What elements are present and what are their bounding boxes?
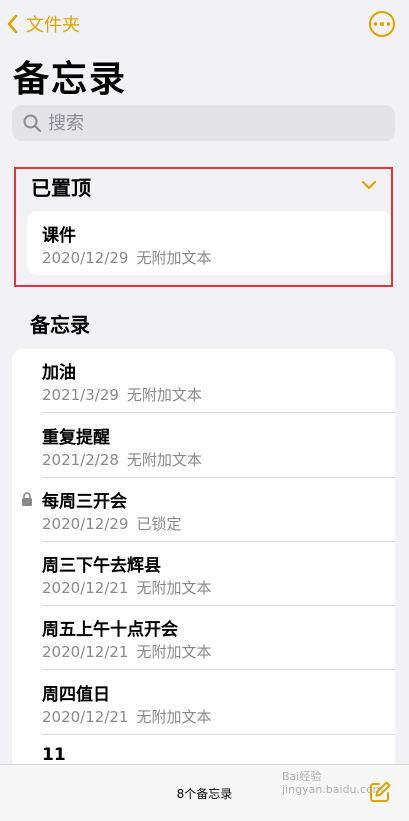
note-preview: 已锁定 [136, 515, 182, 533]
back-label: 文件夹 [26, 15, 80, 36]
page-title: 备忘录 [13, 59, 128, 100]
note-subtitle: 2021/3/29 无附加文本 [42, 384, 202, 405]
note-subtitle: 2020/12/21 无附加文本 [42, 577, 211, 598]
note-item[interactable]: 加油 2021/3/29 无附加文本 [12, 349, 395, 413]
divider [42, 412, 395, 413]
pinned-note-item[interactable]: 课件 2020/12/29 无附加文本 [27, 211, 391, 275]
lock-icon [22, 492, 32, 506]
ellipsis-dot [386, 22, 391, 26]
note-date: 2021/2/28 [42, 451, 119, 469]
note-item-locked[interactable]: 每周三开会 2020/12/29 已锁定 [12, 478, 395, 542]
notes-section-header: 备忘录 [30, 313, 90, 337]
note-item[interactable]: 周三下午去辉县 2020/12/21 无附加文本 [12, 542, 395, 606]
note-title: 课件 [42, 226, 76, 246]
note-date: 2020/12/21 [42, 579, 129, 597]
note-date: 2020/12/21 [42, 708, 129, 726]
note-subtitle: 2020/12/21 无附加文本 [42, 706, 211, 727]
ellipsis-icon [373, 22, 378, 26]
note-preview: 无附加文本 [136, 579, 212, 597]
chevron-left-icon [7, 14, 18, 34]
back-button[interactable]: 文件夹 [4, 10, 80, 38]
more-options-button[interactable] [369, 11, 395, 37]
note-subtitle: 2020/12/21 无附加文本 [42, 641, 211, 662]
note-item[interactable]: 周五上午十点开会 2020/12/21 无附加文本 [12, 606, 395, 670]
note-title: 周三下午去辉县 [42, 556, 161, 576]
note-date: 2020/12/29 [42, 515, 129, 533]
note-subtitle: 2021/2/28 无附加文本 [42, 449, 202, 470]
note-preview: 无附加文本 [136, 643, 212, 661]
note-title: 每周三开会 [42, 492, 127, 512]
note-preview: 无附加文本 [126, 386, 202, 404]
note-preview: 无附加文本 [126, 451, 202, 469]
note-subtitle: 2020/12/29 已锁定 [42, 513, 181, 534]
note-preview: 无附加文本 [136, 708, 212, 726]
search-icon [23, 114, 42, 133]
note-preview: 无附加文本 [136, 249, 212, 267]
divider [42, 734, 395, 735]
note-item[interactable]: 重复提醒 2021/2/28 无附加文本 [12, 414, 395, 478]
note-date: 2020/12/21 [42, 643, 129, 661]
notes-list: 加油 2021/3/29 无附加文本 重复提醒 2021/2/28 无附加文本 每周… [12, 349, 395, 769]
ellipsis-dot [380, 22, 384, 26]
search-input[interactable] [46, 111, 370, 135]
note-title: 重复提醒 [42, 428, 110, 448]
note-item[interactable]: 周四值日 2020/12/21 无附加文本 [12, 671, 395, 735]
note-title: 周五上午十点开会 [42, 620, 178, 640]
search-bar[interactable] [12, 105, 395, 141]
chevron-down-icon[interactable] [360, 176, 378, 194]
divider [42, 669, 395, 670]
note-date: 2021/3/29 [42, 386, 119, 404]
pinned-section-header: 已置顶 [31, 176, 91, 200]
note-title: 11 [42, 745, 66, 765]
note-date: 2020/12/29 [42, 249, 129, 267]
note-subtitle: 2020/12/29 无附加文本 [42, 247, 211, 268]
note-title: 周四值日 [42, 685, 110, 705]
compose-icon[interactable] [368, 780, 392, 804]
note-title: 加油 [42, 363, 76, 383]
